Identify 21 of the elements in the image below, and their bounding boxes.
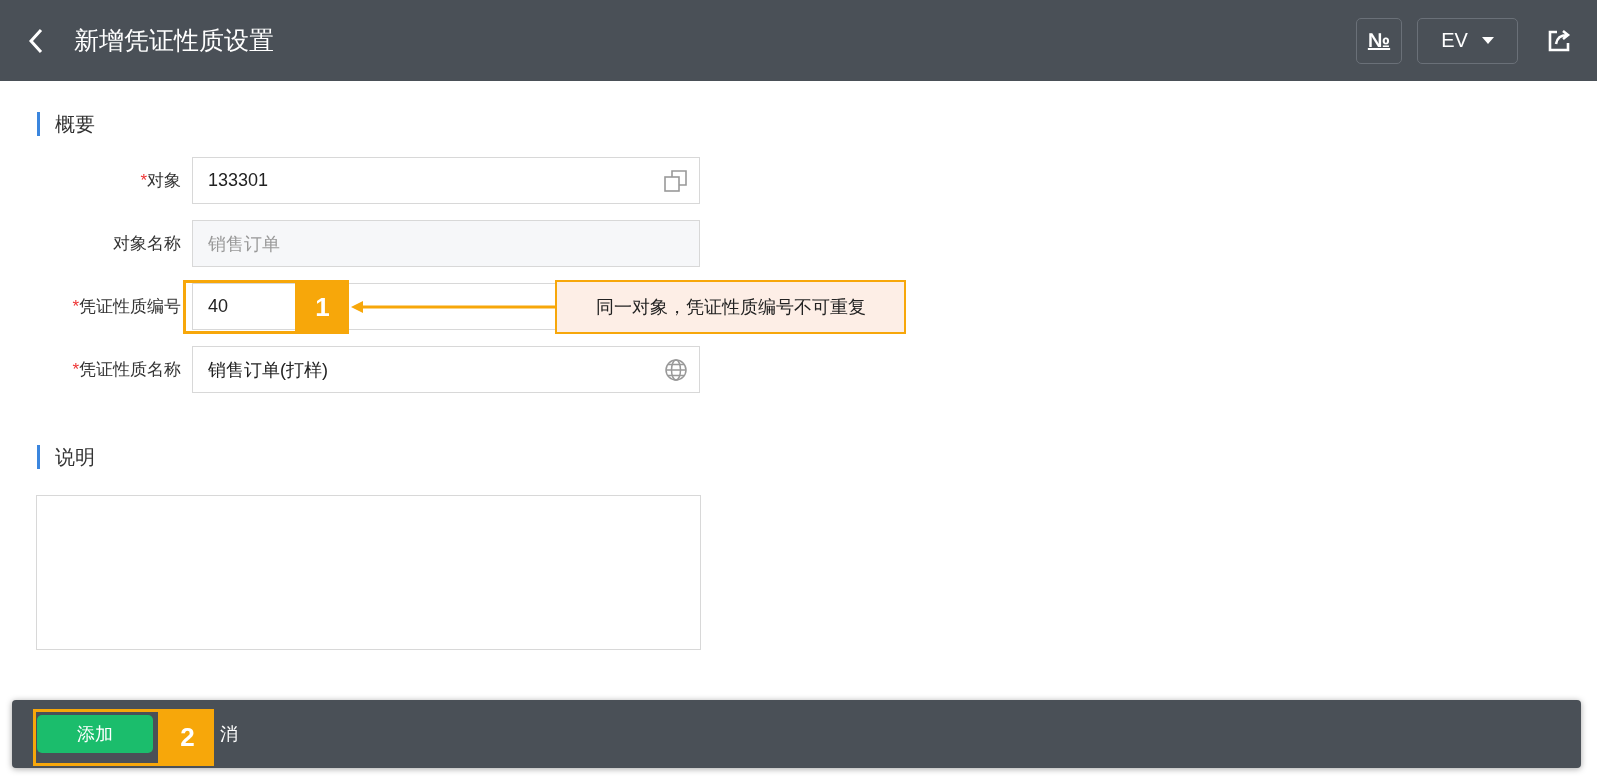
input-field[interactable]: 133301 [192, 157, 700, 204]
field-label: *凭证性质编号 [71, 296, 181, 318]
cancel-button[interactable]: 消 [220, 722, 238, 746]
step-badge-tooltip: 2 [161, 709, 214, 766]
section-title: 概要 [55, 111, 95, 137]
numbering-button[interactable]: № [1356, 17, 1402, 64]
section-title: 说明 [55, 444, 95, 470]
description-field[interactable] [36, 495, 701, 650]
caret-icon [1481, 37, 1494, 44]
section-marker [37, 445, 40, 469]
field-label: *凭证性质名称 [71, 359, 181, 381]
step-badge-tooltip: 1 [296, 280, 349, 334]
section-marker [37, 112, 40, 136]
field-label: 对象名称 [112, 233, 181, 255]
callout-tooltip: 同一对象，凭证性质编号不可重复 [555, 280, 906, 334]
input-field[interactable]: 销售订单(打样) [192, 346, 700, 393]
copy-icon[interactable] [664, 168, 688, 193]
language-dropdown[interactable]: EV [1417, 17, 1518, 64]
page-title: 新增凭证性质设置 [74, 25, 275, 56]
field-label: *对象 [139, 170, 181, 192]
globe-icon[interactable] [664, 357, 688, 382]
